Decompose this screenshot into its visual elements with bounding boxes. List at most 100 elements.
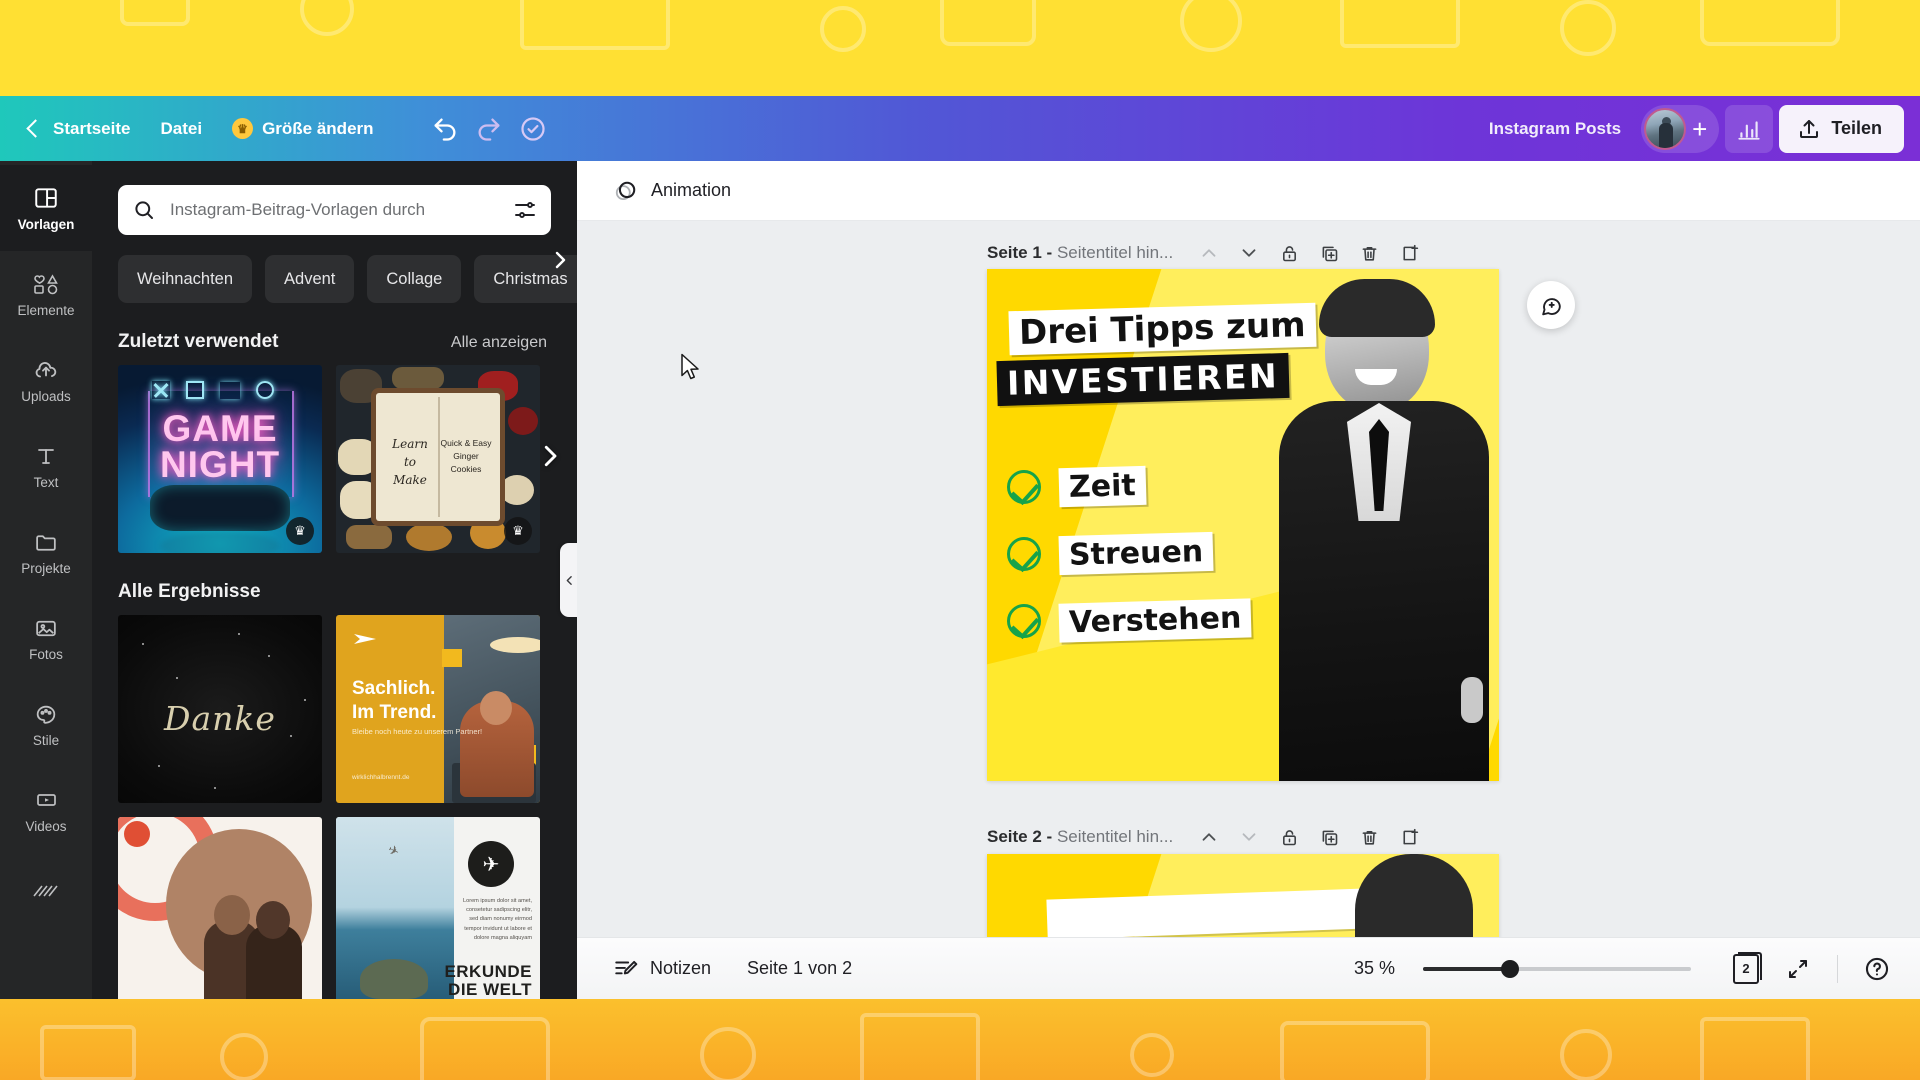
- template-ginger-cookies[interactable]: Learn to Make Quick & Easy Ginger Cookie…: [336, 365, 540, 553]
- delete-page-button[interactable]: [1351, 235, 1387, 271]
- chevron-down-icon: [1242, 249, 1256, 257]
- page-1-title[interactable]: Seite 1 - Seitentitel hin...: [987, 243, 1173, 263]
- file-menu-label: Datei: [160, 118, 203, 138]
- upload-icon: [1800, 119, 1819, 138]
- template-game-night[interactable]: GAME NIGHT ♛: [118, 365, 322, 553]
- lock-page-button[interactable]: [1271, 819, 1307, 855]
- duplicate-page-button[interactable]: [1311, 235, 1347, 271]
- crown-icon: ♛: [504, 517, 532, 545]
- add-page-button[interactable]: [1391, 235, 1427, 271]
- collaborators-group[interactable]: +: [1641, 104, 1720, 153]
- chip-weihnachten[interactable]: Weihnachten: [118, 255, 253, 303]
- text-icon: [34, 443, 58, 470]
- sidebar-item-label: Vorlagen: [17, 216, 75, 232]
- delete-page-button[interactable]: [1351, 819, 1387, 855]
- zoom-slider[interactable]: [1423, 959, 1691, 978]
- template-erkunde-die-welt[interactable]: ✈ ✈ Lorem ipsum dolor sit amet, consetet…: [336, 817, 540, 999]
- notes-button[interactable]: Notizen: [601, 948, 723, 990]
- home-button[interactable]: Startseite: [14, 109, 145, 149]
- fullscreen-button[interactable]: [1777, 948, 1819, 990]
- chevron-left-icon: [26, 119, 45, 138]
- sidebar-item-label: Text: [33, 474, 59, 490]
- game-night-title: GAME NIGHT: [159, 408, 281, 485]
- sidebar-item-projekte[interactable]: Projekte: [0, 509, 92, 595]
- video-icon: [33, 787, 60, 814]
- photo-hand: [1461, 677, 1483, 723]
- design-page-2[interactable]: [987, 854, 1499, 937]
- slider-knob[interactable]: [1501, 959, 1519, 978]
- redo-button[interactable]: [467, 107, 511, 151]
- sidebar-item-hintergrund[interactable]: [0, 853, 92, 939]
- page-2-header: Seite 2 - Seitentitel hin...: [987, 819, 1427, 855]
- add-page-button[interactable]: [1391, 819, 1427, 855]
- crown-icon: ♛: [286, 517, 314, 545]
- grid-view-button[interactable]: 2: [1725, 948, 1767, 990]
- share-button-label: Teilen: [1831, 118, 1882, 138]
- bar-chart-icon: [1738, 120, 1760, 140]
- duplicate-page-button[interactable]: [1311, 819, 1347, 855]
- man-in-suit-bw-photo[interactable]: [1269, 277, 1499, 781]
- collapse-panel-button[interactable]: [560, 543, 577, 617]
- page-background-top: [0, 0, 1920, 96]
- animation-button[interactable]: Animation: [601, 170, 743, 212]
- sidebar-item-label: Projekte: [21, 560, 71, 576]
- move-page-down-button[interactable]: [1231, 819, 1267, 855]
- insights-button[interactable]: [1725, 104, 1774, 153]
- crown-icon: ♛: [232, 118, 254, 139]
- bullet-label: Zeit: [1058, 465, 1147, 508]
- chips-next-button[interactable]: [547, 247, 573, 273]
- file-menu-button[interactable]: Datei: [145, 109, 217, 149]
- template-sachlich[interactable]: Sachlich. Im Trend. Bleibe noch heute zu…: [336, 615, 540, 803]
- results-thumbnails-row-1: Danke Sachlich. Im Trend. Bleibe noch he…: [92, 615, 577, 803]
- comment-add-icon: [1541, 297, 1561, 315]
- background-icon: [32, 880, 60, 907]
- canvas-scroll[interactable]: Seite 1 - Seitentitel hin... Drei Tipps …: [577, 221, 1920, 937]
- sidebar-item-stile[interactable]: Stile: [0, 681, 92, 767]
- template-danke[interactable]: Danke: [118, 615, 322, 803]
- page-1-header: Seite 1 - Seitentitel hin...: [987, 235, 1427, 271]
- move-page-up-button[interactable]: [1191, 235, 1227, 271]
- green-check-circle-icon: [1007, 603, 1041, 638]
- undo-button[interactable]: [423, 107, 467, 151]
- chevron-left-icon: [566, 575, 572, 585]
- avatar: [1644, 107, 1687, 150]
- trash-icon: [1362, 246, 1377, 261]
- filter-sliders-icon[interactable]: [513, 198, 537, 222]
- help-button[interactable]: [1856, 948, 1898, 990]
- templates-icon: [33, 185, 59, 212]
- bullet-item-1[interactable]: Zeit: [1007, 465, 1147, 508]
- template-portrait-duo[interactable]: [118, 817, 322, 999]
- chip-advent[interactable]: Advent: [265, 255, 355, 303]
- chip-collage[interactable]: Collage: [367, 255, 462, 303]
- neon-circle-icon: [256, 381, 274, 399]
- recent-section-header: Zuletzt verwendet Alle anzeigen: [92, 303, 577, 365]
- resize-button[interactable]: ♛ Größe ändern: [217, 109, 388, 149]
- zoom-value: 35 %: [1353, 958, 1395, 978]
- move-page-up-button[interactable]: [1191, 819, 1227, 855]
- search-icon: [135, 201, 153, 219]
- chevron-down-icon: [1242, 833, 1256, 841]
- recent-next-button[interactable]: [535, 441, 565, 476]
- lock-page-button[interactable]: [1271, 235, 1307, 271]
- page-2-headline-block: [1046, 888, 1370, 937]
- design-page-1[interactable]: Drei Tipps zum INVESTIEREN Zeit Streuen: [987, 269, 1499, 781]
- search-box[interactable]: [118, 185, 551, 235]
- share-button[interactable]: Teilen: [1779, 104, 1904, 153]
- sidebar-item-fotos[interactable]: Fotos: [0, 595, 92, 681]
- page-2-title[interactable]: Seite 2 - Seitentitel hin...: [987, 827, 1173, 847]
- bullet-item-2[interactable]: Streuen: [1007, 531, 1214, 576]
- move-page-down-button[interactable]: [1231, 235, 1267, 271]
- sidebar-item-label: Uploads: [21, 388, 71, 404]
- sidebar-item-text[interactable]: Text: [0, 423, 92, 509]
- saved-status-button[interactable]: [511, 107, 555, 151]
- sidebar-item-elemente[interactable]: Elemente: [0, 251, 92, 337]
- sidebar-item-videos[interactable]: Videos: [0, 767, 92, 853]
- sidebar-item-uploads[interactable]: Uploads: [0, 337, 92, 423]
- bullet-item-3[interactable]: Verstehen: [1007, 598, 1252, 643]
- search-input[interactable]: [170, 200, 499, 220]
- add-comment-button[interactable]: [1527, 281, 1575, 329]
- sidebar-item-vorlagen[interactable]: Vorlagen: [0, 165, 92, 251]
- headline-line-2[interactable]: INVESTIEREN: [996, 352, 1290, 407]
- recent-see-all-link[interactable]: Alle anzeigen: [451, 334, 547, 352]
- chevron-right-icon: [555, 251, 566, 269]
